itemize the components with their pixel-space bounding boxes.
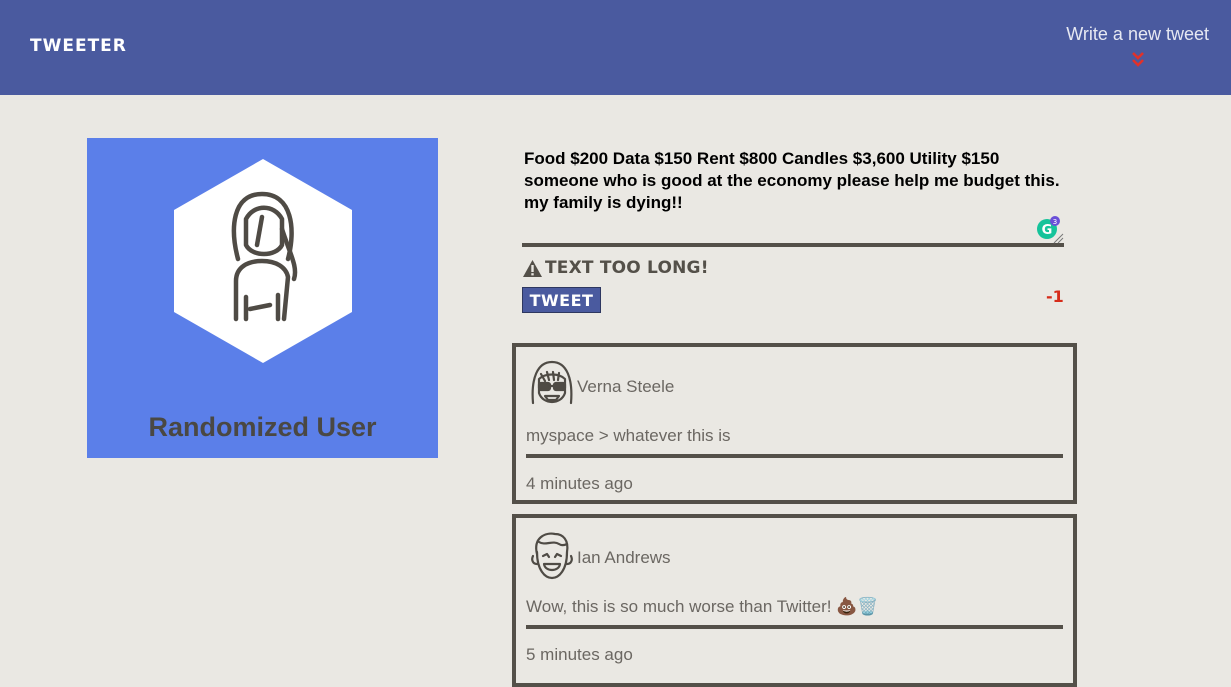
profile-name: Randomized User: [148, 412, 377, 442]
tweet-timestamp: 4 minutes ago: [526, 474, 633, 493]
tweet-card: Verna Steele myspace > whatever this is …: [512, 343, 1077, 504]
svg-text:G: G: [1042, 223, 1053, 238]
double-chevron-down-icon[interactable]: [1066, 51, 1209, 69]
tweet-textarea[interactable]: Food $200 Data $150 Rent $800 Candles $3…: [522, 146, 1064, 244]
tweet-card: Ian Andrews Wow, this is so much worse t…: [512, 514, 1077, 687]
resize-handle-icon[interactable]: [1052, 232, 1064, 244]
profile-avatar: [174, 159, 352, 363]
compose-toggle-button[interactable]: Write a new tweet: [1066, 24, 1209, 69]
tweet-body: Wow, this is so much worse than Twitter!…: [526, 597, 879, 616]
tweet-composer: Food $200 Data $150 Rent $800 Candles $3…: [522, 146, 1064, 247]
tweet-divider: [526, 625, 1063, 629]
tweet-author[interactable]: Verna Steele: [577, 377, 674, 397]
composer-underline: [522, 243, 1064, 247]
tweet-author[interactable]: Ian Andrews: [577, 548, 671, 568]
character-counter: -1: [1046, 287, 1064, 306]
woman-glasses-avatar: [531, 360, 573, 405]
tweet-body: myspace > whatever this is: [526, 426, 731, 445]
error-message: TEXT TOO LONG!: [522, 258, 709, 278]
warning-icon: [523, 259, 542, 277]
tweet-divider: [526, 454, 1063, 458]
error-text: TEXT TOO LONG!: [545, 258, 709, 278]
compose-toggle-label[interactable]: Write a new tweet: [1066, 24, 1209, 45]
brand-logo[interactable]: TWEETER: [30, 36, 127, 56]
profile-card: Randomized User: [87, 138, 438, 458]
top-navbar: TWEETER Write a new tweet: [0, 0, 1231, 95]
grammarly-count: 3: [1053, 218, 1057, 226]
tweet-timestamp: 5 minutes ago: [526, 645, 633, 664]
man-smiling-avatar: [531, 532, 573, 580]
tweet-button[interactable]: TWEET: [522, 287, 601, 313]
